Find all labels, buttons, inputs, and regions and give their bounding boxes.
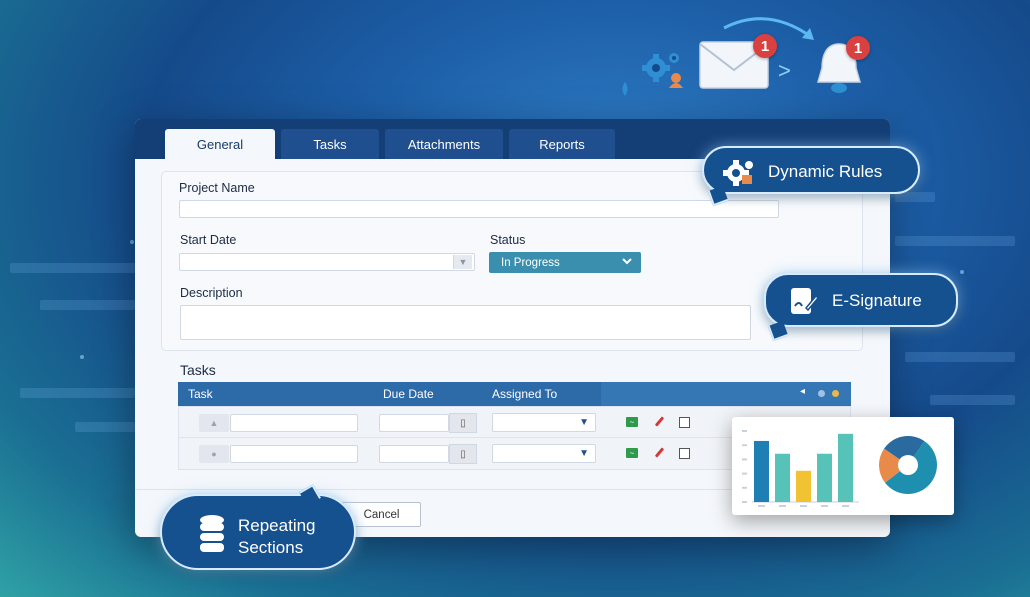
- e-signature-label: E-Signature: [832, 291, 922, 310]
- envelope-badge: 1: [753, 34, 777, 58]
- dynamic-rules-callout: Dynamic Rules: [702, 146, 920, 207]
- y-tick: [742, 472, 747, 475]
- chevron-down-icon: ▼: [579, 448, 589, 459]
- chevron-down-icon: [621, 255, 633, 270]
- y-tick: [742, 458, 747, 461]
- y-tick: [742, 501, 747, 503]
- tasks-section-title: Tasks: [180, 362, 216, 378]
- edit-icon[interactable]: [654, 447, 665, 458]
- tasks-grid-header: Task Due Date Assigned To ◂: [178, 382, 851, 406]
- dynamic-rules-label: Dynamic Rules: [768, 162, 883, 181]
- start-date-input[interactable]: [179, 253, 475, 271]
- x-tick: [800, 505, 807, 507]
- assigned-to-select[interactable]: ▼: [492, 413, 596, 432]
- project-name-input[interactable]: [179, 200, 779, 218]
- page-dot-1[interactable]: [818, 390, 825, 397]
- description-label: Description: [180, 286, 243, 300]
- gear-icon: [722, 158, 756, 193]
- bar-2: [796, 470, 811, 502]
- due-date-input[interactable]: [379, 414, 449, 432]
- description-input[interactable]: [180, 305, 751, 340]
- tab-tasks[interactable]: Tasks: [281, 129, 379, 159]
- x-tick: [821, 505, 828, 507]
- column-header-due-date: Due Date: [383, 387, 434, 401]
- due-date-input[interactable]: [379, 445, 449, 463]
- bell-icon[interactable]: 1: [810, 36, 870, 98]
- column-header-assigned-to: Assigned To: [492, 387, 558, 401]
- checkbox[interactable]: [679, 448, 690, 459]
- database-icon: [198, 514, 226, 559]
- start-date-label: Start Date: [180, 233, 237, 247]
- approve-icon[interactable]: ~: [626, 417, 638, 427]
- edit-icon[interactable]: [654, 416, 665, 427]
- report-chart-card: [732, 417, 954, 515]
- y-tick: [742, 486, 747, 489]
- x-tick: [842, 505, 849, 507]
- page-dot-2[interactable]: [832, 390, 839, 397]
- repeating-sections-label: Repeating Sections: [238, 516, 316, 557]
- column-header-task: Task: [188, 387, 213, 401]
- bar-0: [754, 440, 769, 502]
- status-select[interactable]: In Progress: [489, 252, 641, 273]
- y-tick: [742, 444, 747, 447]
- status-value: In Progress: [501, 256, 560, 269]
- task-input[interactable]: [230, 445, 358, 463]
- checkbox[interactable]: [679, 417, 690, 428]
- drop-icon: [620, 82, 630, 101]
- bar-4: [838, 433, 853, 502]
- tab-reports[interactable]: Reports: [509, 129, 615, 159]
- bell-badge: 1: [846, 36, 870, 60]
- e-signature-callout: E-Signature: [764, 273, 958, 342]
- tab-general[interactable]: General: [165, 129, 275, 159]
- calendar-icon[interactable]: ▼: [453, 255, 472, 269]
- x-tick: [779, 505, 786, 507]
- repeating-sections-callout: Repeating Sections: [160, 484, 356, 570]
- calendar-icon[interactable]: ▯: [449, 413, 477, 433]
- bar-3: [817, 453, 832, 502]
- envelope-icon[interactable]: 1: [698, 34, 777, 90]
- chevron-right-icon: >: [778, 58, 791, 83]
- tab-attachments[interactable]: Attachments: [385, 129, 503, 159]
- donut-hole: [898, 455, 918, 475]
- task-input[interactable]: [230, 414, 358, 432]
- bar-chart: [742, 430, 937, 507]
- calendar-icon[interactable]: ▯: [449, 444, 477, 464]
- chevron-left-icon[interactable]: ◂: [800, 386, 805, 397]
- y-tick: [742, 430, 747, 432]
- bar-1: [775, 453, 790, 502]
- signature-icon: [788, 286, 820, 321]
- drag-handle-icon[interactable]: ●: [199, 445, 229, 463]
- x-tick: [758, 505, 765, 507]
- chevron-down-icon: ▼: [579, 417, 589, 428]
- gear-icon: [638, 48, 690, 92]
- project-name-label: Project Name: [179, 181, 255, 195]
- assigned-to-select[interactable]: ▼: [492, 444, 596, 463]
- drag-handle-icon[interactable]: ▲: [199, 414, 229, 432]
- status-label: Status: [490, 233, 526, 247]
- approve-icon[interactable]: ~: [626, 448, 638, 458]
